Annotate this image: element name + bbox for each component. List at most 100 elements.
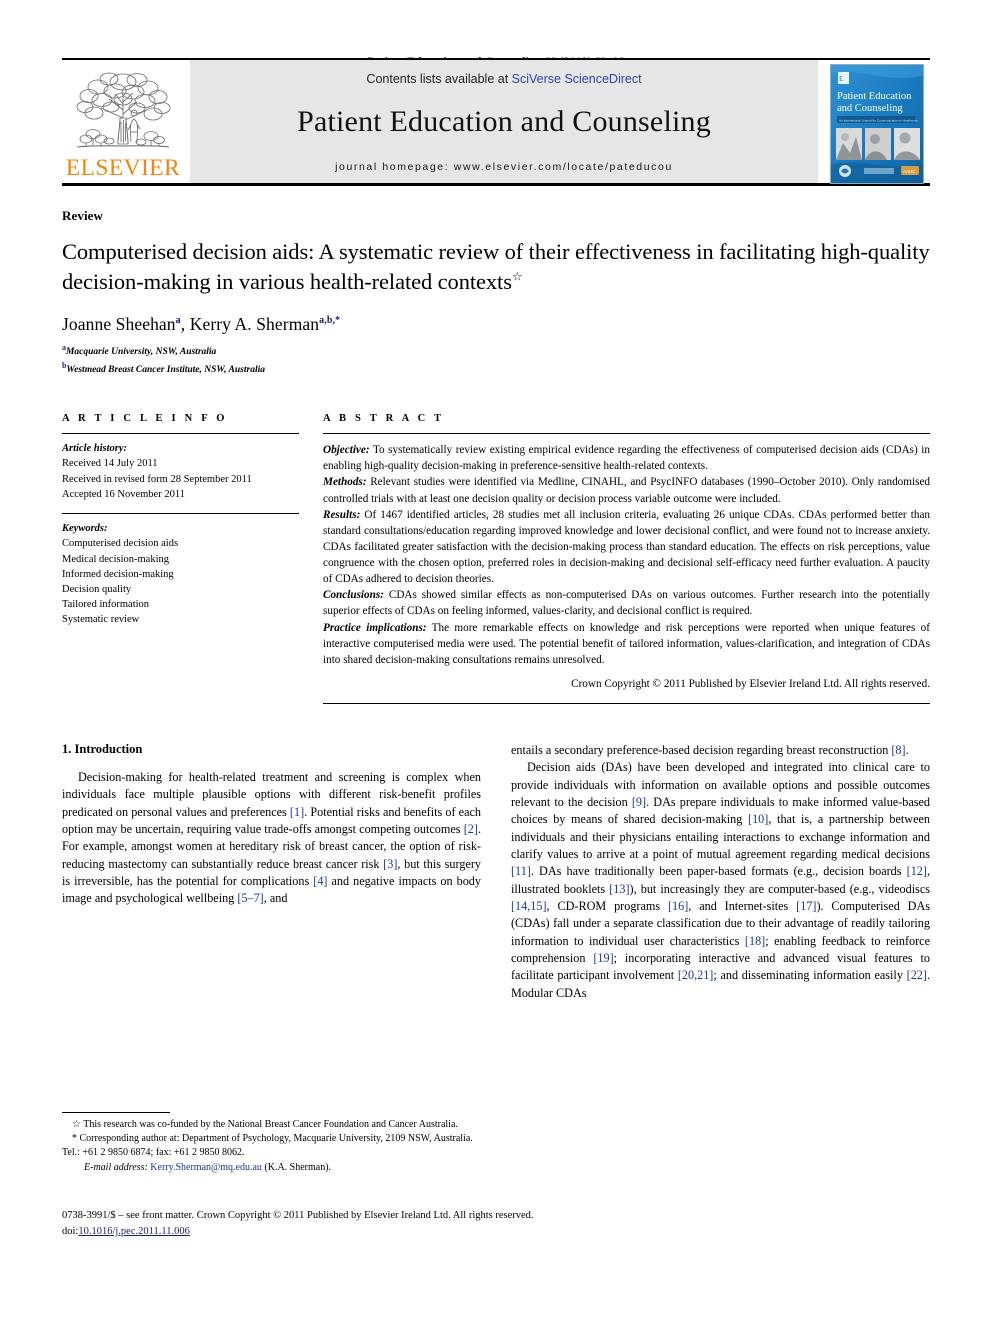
- contents-prefix: Contents lists available at: [366, 72, 512, 86]
- keyword-item: Medical decision-making: [62, 553, 170, 565]
- info-abstract-region: A R T I C L E I N F O Article history: R…: [62, 413, 930, 705]
- abstract-section: Conclusions: CDAs showed similar effects…: [323, 587, 930, 619]
- citation-ref[interactable]: [13]: [609, 882, 629, 896]
- footnote-text: Corresponding author at: Department of P…: [62, 1133, 473, 1159]
- abstract-section: Results: Of 1467 identified articles, 28…: [323, 507, 930, 588]
- svg-text:E: E: [839, 75, 843, 83]
- section-heading-introduction: 1. Introduction: [62, 742, 143, 757]
- affiliation-item: aMacquarie University, NSW, Australia: [62, 342, 930, 359]
- email-link[interactable]: Kerry.Sherman@mq.edu.au: [150, 1162, 262, 1173]
- abstract-section-label: Conclusions:: [323, 589, 384, 602]
- running-head: Patient Education and Counseling 88 (201…: [62, 0, 930, 68]
- article-type-label: Review: [62, 208, 104, 223]
- author-marks: a,b,*: [319, 315, 341, 327]
- abstract-section-label: Methods:: [323, 476, 367, 489]
- author-list: Joanne Sheehana, Kerry A. Shermana,b,*: [62, 314, 341, 335]
- citation-ref[interactable]: [11]: [511, 864, 531, 878]
- footnote-divider: [62, 1112, 170, 1113]
- abstract-section: Methods: Relevant studies were identifie…: [323, 474, 930, 506]
- keyword-item: Computerised decision aids: [62, 538, 179, 550]
- footnote-corresponding-author: * Corresponding author at: Department of…: [62, 1132, 481, 1160]
- sciencedirect-link[interactable]: SciVerse ScienceDirect: [512, 72, 642, 86]
- doi-label: doi:: [62, 1225, 79, 1237]
- affiliation-text: Macquarie University, NSW, Australia: [65, 347, 217, 358]
- affiliation-item: bWestmead Breast Cancer Institute, NSW, …: [62, 360, 930, 377]
- title-footnote-marker: ☆: [511, 269, 523, 284]
- paper-title-text: Computerised decision aids: A systematic…: [62, 239, 930, 294]
- abstract-section: Objective: To systematically review exis…: [323, 442, 930, 474]
- doi-link[interactable]: 10.1016/j.pec.2011.11.006: [78, 1226, 190, 1237]
- citation-ref[interactable]: [20,21]: [678, 968, 714, 982]
- citation-ref[interactable]: [10]: [748, 812, 768, 826]
- page-title: Computerised decision aids: A systematic…: [62, 237, 930, 296]
- abstract-section-label: Results:: [323, 508, 361, 521]
- footnote-funding: ☆ This research was co-funded by the Nat…: [62, 1118, 481, 1132]
- body-paragraph: entails a secondary preference-based dec…: [511, 743, 909, 758]
- footnote-block: ☆ This research was co-funded by the Nat…: [62, 1112, 481, 1175]
- citation-ref[interactable]: [18]: [745, 934, 765, 948]
- abstract-section-label: Objective:: [323, 444, 370, 457]
- citation-ref[interactable]: [14,15]: [511, 899, 547, 913]
- svg-text:and Counseling: and Counseling: [837, 103, 903, 114]
- keyword-item: Systematic review: [62, 614, 140, 626]
- author-name[interactable]: Kerry A. Sherman: [190, 314, 319, 334]
- citation-ref[interactable]: [16]: [668, 899, 688, 913]
- column-gap: [299, 413, 323, 704]
- citation-ref[interactable]: [17]: [796, 899, 816, 913]
- svg-text:AAHC: AAHC: [903, 169, 916, 174]
- abstract-section-text: To systematically review existing empiri…: [323, 444, 930, 473]
- article-history-block: Article history: Received 14 July 2011 R…: [62, 434, 299, 513]
- contents-available-line: Contents lists available at SciVerse Sci…: [366, 72, 641, 86]
- article-info-column: A R T I C L E I N F O Article history: R…: [62, 413, 299, 704]
- keyword-item: Decision quality: [62, 583, 132, 595]
- divider: [323, 703, 930, 705]
- keyword-item: Tailored information: [62, 599, 150, 611]
- article-history-label: Article history:: [62, 443, 128, 455]
- citation-ref[interactable]: [2]: [464, 822, 478, 836]
- article-info-heading: A R T I C L E I N F O: [62, 413, 228, 425]
- journal-title: Patient Education and Counseling: [297, 105, 711, 138]
- citation-ref[interactable]: [1]: [290, 805, 304, 819]
- svg-text:An International Journal for C: An International Journal for Communicati…: [839, 119, 918, 123]
- citation-ref[interactable]: [5–7]: [237, 891, 263, 905]
- citation-ref[interactable]: [19]: [593, 951, 613, 965]
- footnote-email: E-mail address: Kerry.Sherman@mq.edu.au …: [62, 1161, 481, 1175]
- citation-ref[interactable]: [8]: [891, 743, 905, 757]
- journal-article-page: Patient Education and Counseling 88 (201…: [0, 0, 992, 1323]
- history-item: Received in revised form 28 September 20…: [62, 473, 252, 485]
- abstract-body: Objective: To systematically review exis…: [323, 434, 930, 692]
- journal-cover-thumbnail: E Patient Education and Counseling An In…: [824, 60, 930, 184]
- abstract-column: A B S T R A C T Objective: To systematic…: [323, 413, 930, 705]
- body-paragraph: Decision-making for health-related treat…: [62, 770, 481, 906]
- citation-ref[interactable]: [9]: [632, 795, 646, 809]
- svg-text:Patient Education: Patient Education: [837, 91, 912, 102]
- history-item: Accepted 16 November 2011: [62, 488, 185, 500]
- doi-line: doi:10.1016/j.pec.2011.11.006: [62, 1224, 534, 1240]
- abstract-section-label: Practice implications:: [323, 621, 427, 634]
- history-item: Received 14 July 2011: [62, 458, 158, 470]
- issn-copyright-line: 0738-3991/$ – see front matter. Crown Co…: [62, 1210, 534, 1221]
- citation-ref[interactable]: [22]: [907, 968, 927, 982]
- affiliation-list: aMacquarie University, NSW, Australia bW…: [62, 342, 930, 377]
- body-right-column: entails a secondary preference-based dec…: [511, 742, 930, 1002]
- affiliation-text: Westmead Breast Cancer Institute, NSW, A…: [66, 364, 265, 375]
- keywords-block: Keywords: Computerised decision aids Med…: [62, 514, 299, 639]
- abstract-section-text: Of 1467 identified articles, 28 studies …: [323, 508, 930, 586]
- body-left-column: 1. Introduction Decision-making for heal…: [62, 742, 481, 1002]
- citation-ref[interactable]: [12]: [907, 864, 927, 878]
- footnote-marker: ☆: [72, 1119, 81, 1130]
- elsevier-tree-icon: [71, 66, 175, 158]
- citation-ref[interactable]: [3]: [383, 857, 397, 871]
- elsevier-logo: ELSEVIER: [62, 60, 184, 183]
- journal-homepage-line: journal homepage: www.elsevier.com/locat…: [335, 161, 673, 173]
- keywords-label: Keywords:: [62, 523, 108, 535]
- journal-banner: Contents lists available at SciVerse Sci…: [190, 60, 818, 183]
- journal-masthead: ELSEVIER Contents lists available at Sci…: [62, 58, 930, 186]
- email-suffix: (K.A. Sherman).: [261, 1161, 332, 1173]
- author-name[interactable]: Joanne Sheehan: [62, 314, 176, 334]
- abstract-section-text: Relevant studies were identified via Med…: [323, 476, 930, 505]
- abstract-heading: A B S T R A C T: [323, 413, 445, 425]
- keyword-item: Informed decision-making: [62, 568, 174, 580]
- page-footer: 0738-3991/$ – see front matter. Crown Co…: [62, 1208, 534, 1240]
- citation-ref[interactable]: [4]: [313, 874, 327, 888]
